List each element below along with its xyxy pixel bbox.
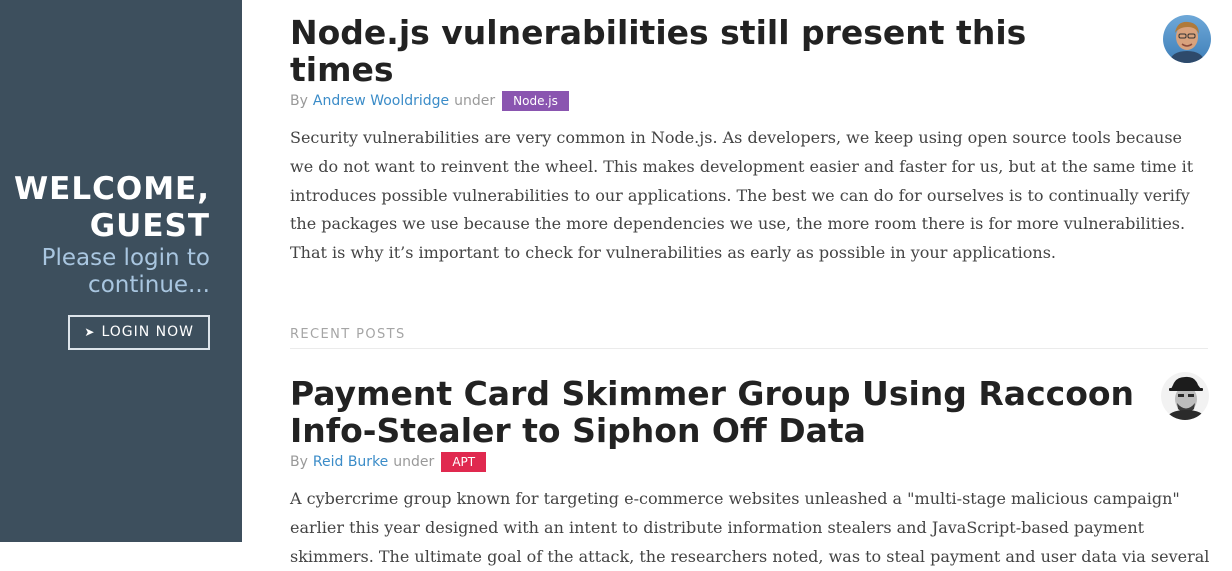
sidebar: WELCOME, GUEST Please login to continue.… — [0, 0, 242, 542]
category-tag[interactable]: Node.js — [502, 91, 569, 111]
featured-post-meta: By Andrew Wooldridge under Node.js — [290, 90, 1210, 112]
category-tag[interactable]: APT — [441, 451, 487, 472]
login-hint: Please login to continue... — [42, 245, 210, 299]
login-now-button[interactable]: ➤ LOGIN NOW — [68, 314, 210, 350]
recent-post-excerpt: A cybercrime group known for targeting e… — [290, 488, 1210, 566]
arrow-right-icon: ➤ — [84, 325, 96, 339]
author-avatar-andrew[interactable] — [1163, 15, 1211, 63]
author-avatar-reid[interactable] — [1161, 371, 1209, 420]
login-hint-line-2: continue... — [88, 271, 210, 298]
main-content: Node.js vulnerabilities still present th… — [290, 0, 1211, 566]
login-now-label: LOGIN NOW — [101, 324, 194, 340]
avatar-portrait-icon — [1163, 15, 1211, 63]
featured-post-title[interactable]: Node.js vulnerabilities still present th… — [290, 14, 1210, 88]
author-link[interactable]: Reid Burke — [313, 454, 388, 470]
welcome-line-2: GUEST — [89, 207, 210, 244]
by-label: By — [290, 453, 308, 470]
recent-post-title[interactable]: Payment Card Skimmer Group Using Raccoon… — [290, 375, 1210, 449]
featured-post: Node.js vulnerabilities still present th… — [290, 0, 1211, 268]
welcome-line-1: WELCOME, — [13, 170, 210, 207]
author-link[interactable]: Andrew Wooldridge — [313, 93, 449, 109]
recent-post-meta: By Reid Burke under APT — [290, 451, 1210, 473]
login-hint-line-1: Please login to — [41, 244, 210, 271]
by-label: By — [290, 93, 308, 109]
recent-posts-heading: RECENT POSTS — [290, 327, 1208, 349]
under-label: under — [454, 93, 496, 109]
under-label: under — [393, 453, 435, 470]
welcome-heading: WELCOME, GUEST — [14, 171, 210, 245]
avatar-portrait-icon — [1161, 371, 1209, 420]
featured-post-excerpt: Security vulnerabilities are very common… — [290, 128, 1194, 263]
